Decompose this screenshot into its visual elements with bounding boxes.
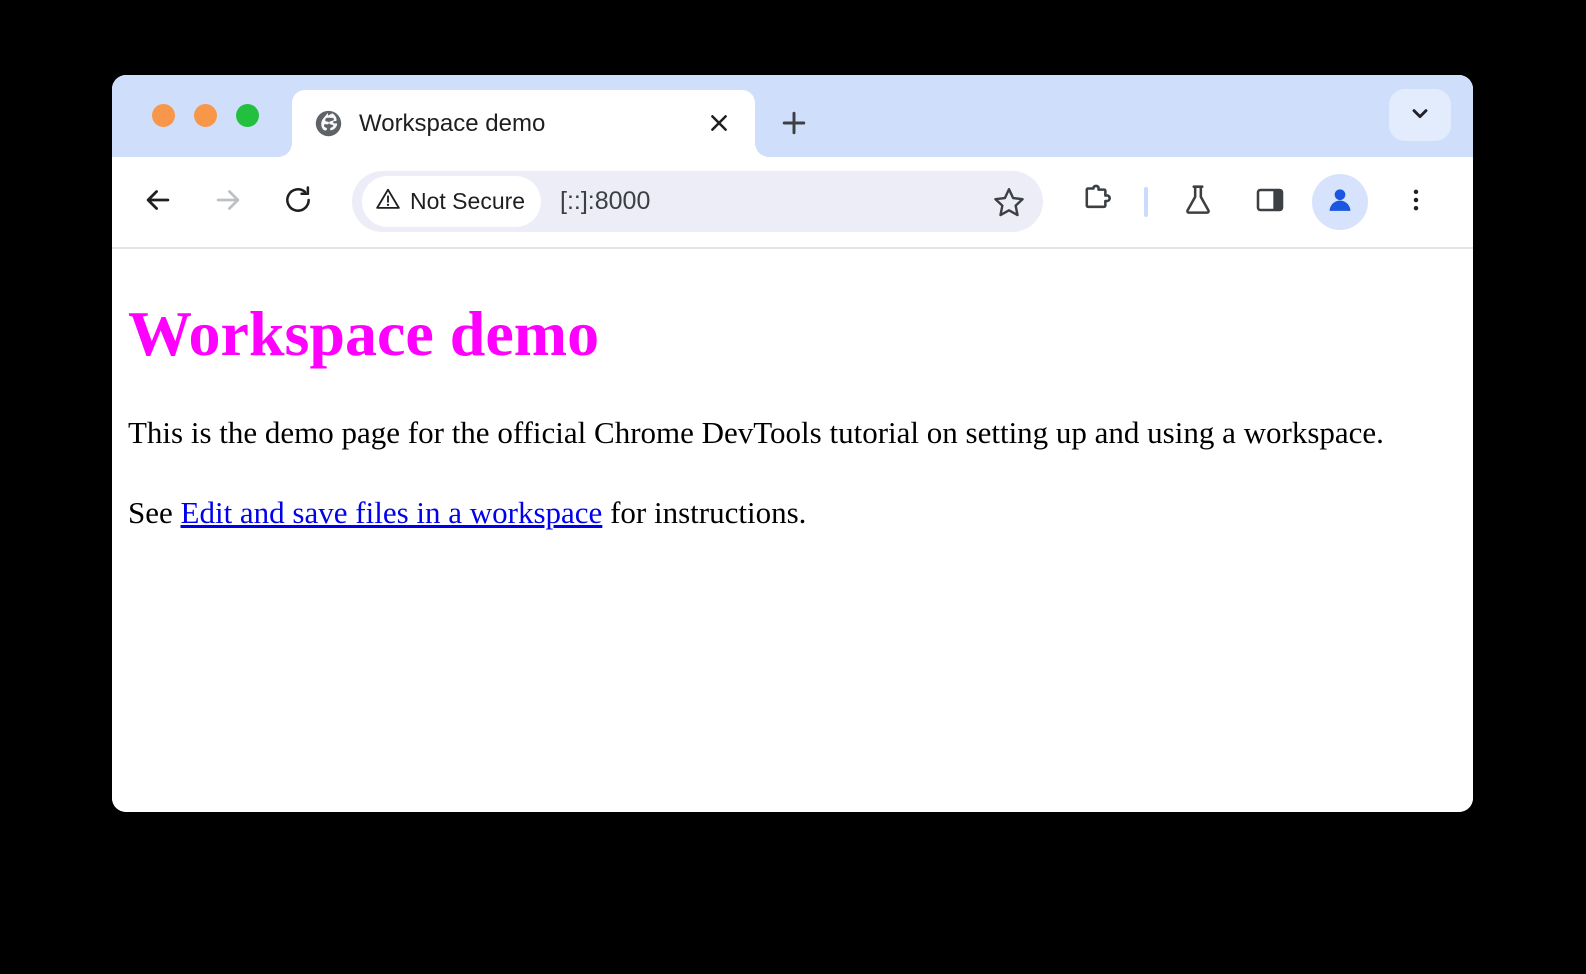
window-minimize-button[interactable] (194, 104, 217, 127)
chevron-down-icon (1408, 101, 1432, 130)
instructions-prefix: See (128, 495, 181, 530)
star-icon[interactable] (989, 182, 1029, 222)
window-zoom-button[interactable] (236, 104, 259, 127)
reload-icon (282, 184, 314, 221)
globe-icon (314, 109, 343, 138)
tab-search-button[interactable] (1389, 89, 1451, 141)
three-dots-vertical-icon (1402, 186, 1430, 219)
arrow-right-icon (211, 183, 245, 222)
browser-tab-title: Workspace demo (359, 90, 545, 157)
page-title: Workspace demo (128, 297, 1457, 371)
forward-button[interactable] (202, 176, 254, 228)
reload-button[interactable] (272, 176, 324, 228)
puzzle-icon (1079, 183, 1113, 222)
browser-menu-button[interactable] (1390, 176, 1442, 228)
person-icon (1324, 184, 1356, 221)
browser-tab-workspace-demo[interactable]: Workspace demo (292, 90, 755, 157)
tab-strip: Workspace demo (112, 75, 1473, 157)
workspace-docs-link[interactable]: Edit and save files in a workspace (181, 495, 603, 530)
page-viewport: Workspace demo This is the demo page for… (112, 249, 1473, 812)
new-tab-button[interactable] (776, 107, 812, 143)
close-icon[interactable] (703, 107, 735, 139)
site-security-badge[interactable]: Not Secure (362, 176, 541, 227)
back-button[interactable] (132, 176, 184, 228)
intro-paragraph: This is the demo page for the official C… (128, 414, 1457, 451)
address-bar[interactable]: Not Secure [::]:8000 (352, 171, 1043, 232)
labs-button[interactable] (1172, 176, 1224, 228)
instructions-suffix: for instructions. (602, 495, 806, 530)
site-security-label: Not Secure (410, 188, 525, 215)
window-close-button[interactable] (152, 104, 175, 127)
browser-window: Workspace demo (112, 75, 1473, 812)
profile-button[interactable] (1312, 174, 1368, 230)
side-panel-icon (1254, 184, 1286, 221)
plus-icon (780, 109, 808, 142)
toolbar-separator (1144, 187, 1148, 217)
browser-toolbar: Not Secure [::]:8000 (112, 157, 1473, 249)
warning-triangle-icon (375, 186, 401, 217)
extensions-button[interactable] (1070, 176, 1122, 228)
side-panel-button[interactable] (1244, 176, 1296, 228)
arrow-left-icon (141, 183, 175, 222)
url-text: [::]:8000 (560, 171, 650, 232)
instructions-paragraph: See Edit and save files in a workspace f… (128, 494, 1457, 531)
window-traffic-lights (152, 104, 259, 127)
flask-icon (1181, 183, 1215, 222)
